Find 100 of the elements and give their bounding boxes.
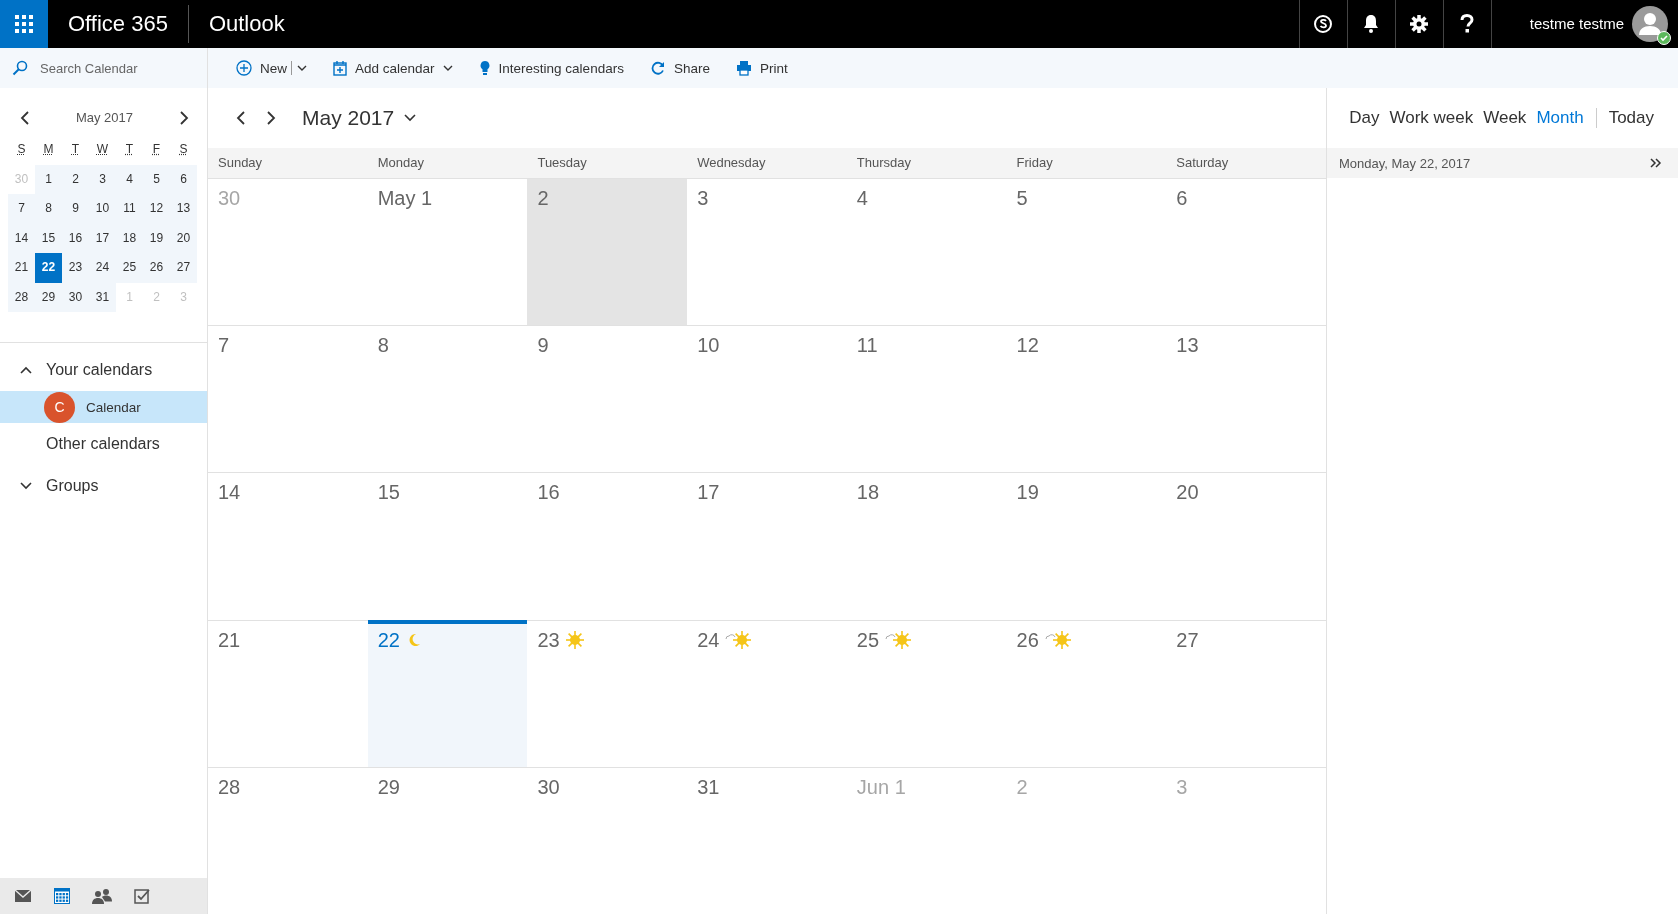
day-cell[interactable]: 3 [687,178,847,326]
mini-calendar-day[interactable]: 17 [89,223,116,253]
app-title[interactable]: Outlook [188,11,285,37]
day-cell[interactable]: 14 [208,472,368,620]
avatar-icon[interactable] [1632,6,1668,42]
day-number: 8 [377,334,389,358]
app-launcher-button[interactable] [0,0,48,48]
view-tab[interactable]: Day [1349,108,1380,128]
mini-calendar-day[interactable]: 2 [62,164,89,194]
mini-calendar-day[interactable]: 12 [143,194,170,224]
mini-calendar-day[interactable]: 14 [8,223,35,253]
mini-calendar-day[interactable]: 24 [89,253,116,283]
day-cell[interactable]: 20 [1166,472,1326,620]
day-cell[interactable]: 15 [367,472,528,620]
view-tab[interactable]: Month [1536,108,1584,128]
day-cell[interactable]: 8 [367,325,528,473]
mini-calendar-day[interactable]: 11 [116,194,143,224]
print-button[interactable]: Print [735,60,788,76]
day-cell[interactable]: 24 [687,619,847,767]
day-cell[interactable]: 5 [1006,178,1167,326]
mini-calendar-day[interactable]: 6 [170,164,197,194]
mini-calendar-title[interactable]: May 2017 [75,110,134,125]
mini-calendar-day[interactable]: 4 [116,164,143,194]
weekday-label: S [178,141,189,158]
day-cell[interactable]: 9 [527,325,688,473]
day-cell[interactable]: 26 [1006,619,1167,767]
mini-calendar-day[interactable]: 21 [8,253,35,283]
today-button[interactable]: Today [1608,108,1654,128]
search-icon [12,60,28,76]
weekday-label: M [42,141,55,158]
mini-calendar-day[interactable]: 23 [62,253,89,283]
day-cell[interactable]: 19 [1006,472,1167,620]
day-cell[interactable]: 2 [527,178,688,326]
calendar-section-header[interactable]: Your calendars [0,349,207,391]
day-cell[interactable]: 7 [208,325,368,473]
day-cell[interactable]: 17 [687,472,847,620]
view-tab[interactable]: Work week [1389,108,1474,128]
search-field[interactable]: Search Calendar [38,59,202,77]
calendar-icon[interactable] [54,888,70,904]
day-cell[interactable]: 31 [687,766,847,914]
previous-icon[interactable] [236,111,246,125]
mini-calendar-day[interactable]: 13 [170,194,197,224]
calendar-list-item[interactable]: C Calendar [0,391,207,423]
people-drawing [92,888,112,904]
mini-calendar-day[interactable]: 15 [35,223,62,253]
day-cell[interactable]: 11 [846,325,1007,473]
people-icon[interactable] [92,888,112,904]
mini-calendar-day[interactable]: 9 [62,194,89,224]
mini-calendar-day[interactable]: 20 [170,223,197,253]
share-button[interactable]: Share [649,60,710,76]
mini-calendar-day[interactable]: 10 [89,194,116,224]
mini-calendar-day[interactable]: 16 [62,223,89,253]
month-picker[interactable]: May 2017 [302,106,417,130]
day-cell[interactable]: 22 [367,619,528,767]
calendar-section-header[interactable]: Other calendars [0,423,207,465]
mini-calendar-day[interactable]: 27 [170,253,197,283]
day-cell[interactable]: 28 [208,766,368,914]
day-cell[interactable]: 10 [687,325,847,473]
calendar-section-header[interactable]: Groups [0,465,207,507]
mini-calendar-day[interactable]: 22 [35,253,62,283]
day-cell[interactable]: 4 [846,178,1007,326]
day-cell[interactable]: 29 [367,766,528,914]
day-cell[interactable]: 13 [1166,325,1326,473]
day-cell[interactable]: 30 [527,766,688,914]
mini-calendar-day[interactable]: 7 [8,194,35,224]
day-cell[interactable]: 27 [1166,619,1326,767]
mini-calendar-day[interactable]: 18 [116,223,143,253]
interesting-calendars-button[interactable]: Interesting calendars [478,60,624,76]
next-icon[interactable] [266,111,276,125]
mini-calendar-day[interactable]: 19 [143,223,170,253]
mini-calendar-day[interactable]: 26 [143,253,170,283]
view-tab[interactable]: Week [1483,108,1527,128]
day-cell[interactable]: 12 [1006,325,1167,473]
tasks-icon[interactable] [134,888,150,904]
add-calendar-button[interactable]: Add calendar [333,60,453,76]
plus-circle-icon [236,60,252,76]
suite-title[interactable]: Office 365 [48,5,189,43]
mini-calendar-day[interactable]: 28 [8,282,35,312]
day-cell[interactable]: 25 [846,619,1007,767]
day-cell[interactable]: 23 [527,619,688,767]
day-cell[interactable]: 16 [527,472,688,620]
weekday-label: W [95,141,110,158]
envelope-drawing [14,889,32,903]
mail-icon[interactable] [14,889,32,903]
mini-calendar-day[interactable]: 8 [35,194,62,224]
mini-calendar-day[interactable]: 31 [89,282,116,312]
day-cell[interactable]: 6 [1166,178,1326,326]
day-cell[interactable]: 18 [846,472,1007,620]
mini-calendar-day[interactable]: 25 [116,253,143,283]
mini-calendar-day[interactable]: 1 [35,164,62,194]
mini-calendar-day[interactable]: 5 [143,164,170,194]
day-number: 2 [537,187,549,210]
previous-month-icon[interactable] [20,110,30,125]
mini-calendar-day[interactable]: 3 [89,164,116,194]
day-cell[interactable]: 21 [208,619,368,767]
collapse-pane-icon[interactable] [1650,158,1662,168]
mini-calendar-day[interactable]: 30 [62,282,89,312]
mini-calendar-day[interactable]: 29 [35,282,62,312]
new-button[interactable]: New [236,60,307,76]
next-month-icon[interactable] [179,110,189,125]
